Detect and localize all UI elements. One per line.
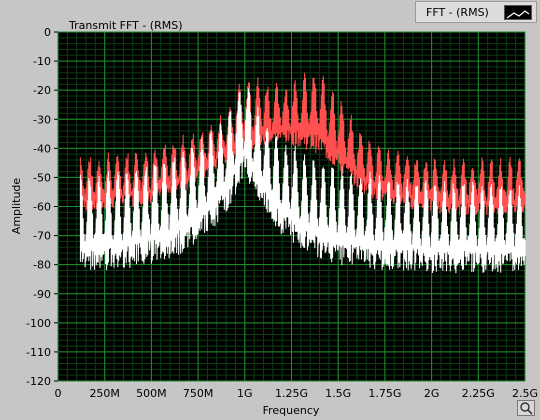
y-tick-label: -80 — [33, 259, 51, 272]
x-tick-label: 2.25G — [462, 387, 495, 400]
x-tick-label: 1.75G — [368, 387, 401, 400]
y-tick-label: -20 — [33, 84, 51, 97]
y-tick-label: -30 — [33, 113, 51, 126]
magnify-icon[interactable] — [517, 400, 535, 416]
x-axis-ticks: 0 250M 500M 750M 1G 1.25G 1.5G 1.75G 2G 2.25G 2.5G — [55, 387, 539, 400]
y-tick-label: -100 — [26, 317, 51, 330]
x-tick-label: 2G — [424, 387, 440, 400]
y-tick-label: -120 — [26, 375, 51, 388]
x-tick-label: 1.25G — [275, 387, 308, 400]
y-tick-label: -70 — [33, 230, 51, 243]
x-tick-label: 500M — [136, 387, 167, 400]
y-tick-label: -10 — [33, 55, 51, 68]
x-tick-label: 1G — [237, 387, 253, 400]
y-tick-label: -90 — [33, 288, 51, 301]
y-tick-label: 0 — [44, 26, 51, 39]
y-tick-label: -50 — [33, 171, 51, 184]
y-tick-label: -110 — [26, 346, 51, 359]
y-axis-label: Amplitude — [10, 178, 23, 235]
x-tick-label: 2.5G — [512, 387, 538, 400]
plot-title: Transmit FFT - (RMS) — [69, 19, 183, 32]
legend-line-icon — [506, 10, 530, 19]
graph-panel: 0 250M 500M 750M 1G 1.25G 1.5G 1.75G 2G 2.25G 2.5G… — [0, 0, 540, 420]
plot-legend[interactable]: FFT - (RMS) — [415, 1, 537, 23]
x-tick-label: 1.5G — [325, 387, 351, 400]
y-tick-label: -40 — [33, 142, 51, 155]
fft-chart: 0 250M 500M 750M 1G 1.25G 1.5G 1.75G 2G 2.25G 2.5G… — [10, 26, 539, 417]
y-axis-ticks: 0 -10 -20 -30 -40 -50 -60 -70 -80 -90 -100 -110 -120 — [26, 26, 58, 388]
x-axis-label: Frequency — [263, 404, 320, 417]
x-tick-label: 750M — [183, 387, 214, 400]
x-tick-label: 250M — [89, 387, 120, 400]
y-tick-label: -60 — [33, 201, 51, 214]
legend-label: FFT - (RMS) — [426, 6, 489, 19]
legend-swatch[interactable] — [504, 5, 532, 20]
x-tick-label: 0 — [55, 387, 62, 400]
